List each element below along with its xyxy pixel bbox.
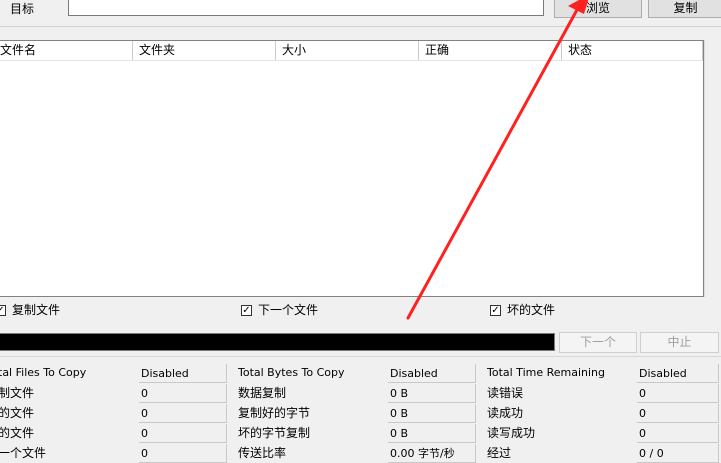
next-button[interactable]: 下一个 bbox=[559, 332, 637, 353]
bad-file-checkbox[interactable]: ✓ 坏的文件 bbox=[490, 302, 555, 318]
check-icon: ✓ bbox=[490, 304, 501, 316]
check-icon: ✓ bbox=[241, 304, 252, 316]
stop-button[interactable]: 中止 bbox=[640, 332, 719, 353]
stat-label: 读成功 bbox=[487, 406, 524, 420]
target-path-input[interactable] bbox=[68, 0, 544, 16]
stat-label: 复制好的字节 bbox=[238, 406, 311, 420]
file-list-scrollbar[interactable] bbox=[704, 40, 721, 297]
stat-label: 制文件 bbox=[0, 386, 35, 400]
stop-button-label: 中止 bbox=[667, 335, 692, 349]
bad-file-checkbox-label: 坏的文件 bbox=[507, 303, 556, 317]
stat-value: 0 bbox=[637, 424, 719, 443]
stat-value: 0 bbox=[139, 444, 227, 463]
stat-value-total-time: Disabled bbox=[637, 364, 719, 383]
column-header-correct[interactable]: 正确 bbox=[419, 41, 562, 60]
separator bbox=[0, 356, 721, 357]
stat-value: 0 / 0 bbox=[637, 444, 719, 463]
stat-value: 0 B bbox=[388, 424, 476, 443]
stat-label-total-time: Total Time Remaining bbox=[487, 366, 606, 379]
check-icon: ✓ bbox=[0, 304, 6, 316]
next-file-checkbox-label: 下一个文件 bbox=[258, 303, 319, 317]
stat-label: 的文件 bbox=[0, 426, 35, 440]
stat-value: 0 B bbox=[388, 384, 476, 403]
copy-button-label: 复制 bbox=[673, 1, 698, 15]
column-header-size[interactable]: 大小 bbox=[276, 41, 419, 60]
stat-label: 传送比率 bbox=[238, 446, 287, 460]
stat-value: 0 B bbox=[388, 404, 476, 423]
next-button-label: 下一个 bbox=[579, 335, 616, 349]
stat-value-total-files: Disabled bbox=[139, 364, 227, 383]
stat-label: 经过 bbox=[487, 446, 512, 460]
stat-value: 0 bbox=[139, 424, 227, 443]
stat-value-total-bytes: Disabled bbox=[388, 364, 476, 383]
next-file-checkbox[interactable]: ✓ 下一个文件 bbox=[241, 302, 318, 318]
file-list-header: 文件名 文件夹 大小 正确 状态 bbox=[0, 41, 703, 61]
stat-label: 读错误 bbox=[487, 386, 524, 400]
file-list[interactable]: 文件名 文件夹 大小 正确 状态 bbox=[0, 40, 704, 297]
stat-value: 0 bbox=[139, 384, 227, 403]
stat-label: 的文件 bbox=[0, 406, 35, 420]
browse-button-label: 浏览 bbox=[585, 1, 610, 15]
stat-label-total-files: tal Files To Copy bbox=[0, 366, 87, 379]
column-header-filename[interactable]: 文件名 bbox=[0, 41, 133, 60]
copy-progress-bar bbox=[0, 333, 555, 351]
stat-value: 0 bbox=[637, 384, 719, 403]
target-label: 目标 bbox=[10, 2, 35, 16]
copy-button[interactable]: 复制 bbox=[648, 0, 721, 18]
stat-label: 数据复制 bbox=[238, 386, 287, 400]
separator bbox=[0, 26, 721, 27]
stat-value: 0.00 字节/秒 bbox=[388, 444, 476, 463]
stat-label: 坏的字节复制 bbox=[238, 426, 311, 440]
browse-button[interactable]: 浏览 bbox=[554, 0, 642, 18]
column-header-status[interactable]: 状态 bbox=[562, 41, 703, 60]
copy-files-checkbox-label: 复制文件 bbox=[12, 303, 61, 317]
column-header-folder[interactable]: 文件夹 bbox=[133, 41, 276, 60]
stat-value: 0 bbox=[139, 404, 227, 423]
stat-label: 读写成功 bbox=[487, 426, 536, 440]
copy-files-checkbox[interactable]: ✓ 复制文件 bbox=[0, 302, 60, 318]
stat-label-total-bytes: Total Bytes To Copy bbox=[238, 366, 345, 379]
stat-value: 0 bbox=[637, 404, 719, 423]
stat-label: 一个文件 bbox=[0, 446, 47, 460]
